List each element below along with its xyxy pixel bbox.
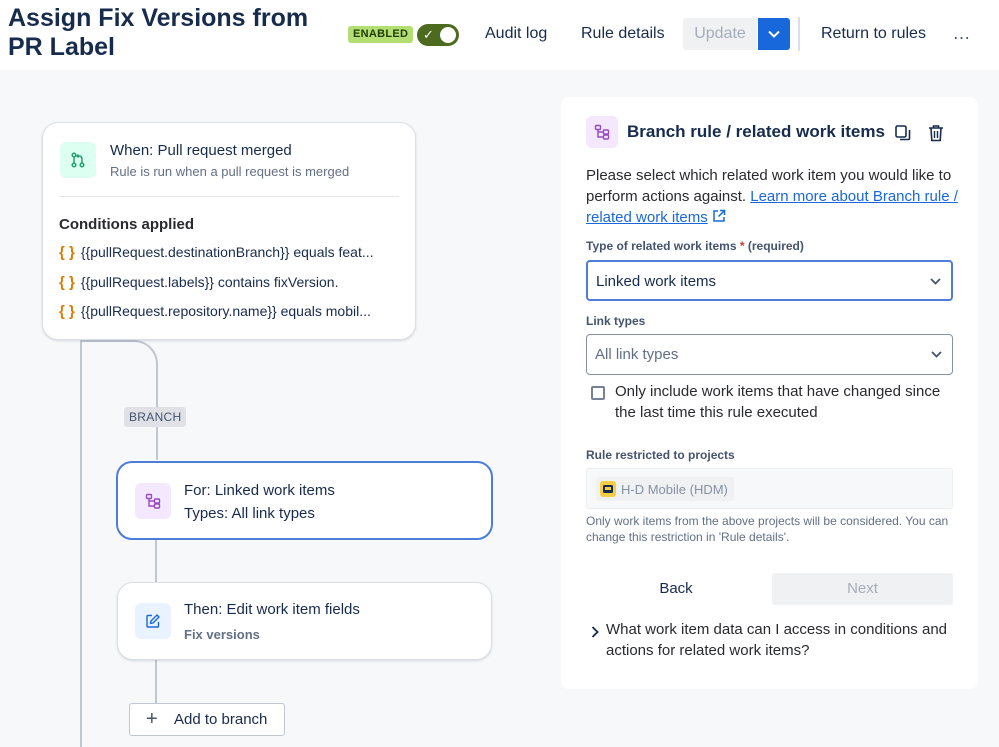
- more-icon: …: [952, 23, 972, 43]
- condition-item: { } {{pullRequest.repository.name}} equal…: [59, 303, 371, 320]
- conditions-heading: Conditions applied: [59, 216, 194, 233]
- changed-only-label: Only include work items that have change…: [615, 383, 941, 421]
- branch-connector: [80, 340, 158, 460]
- link-types-select[interactable]: All link types: [586, 334, 953, 375]
- trigger-subtitle: Rule is run when a pull request is merge…: [110, 164, 350, 179]
- rule-enabled-toggle[interactable]: ✓: [417, 24, 459, 46]
- check-icon: ✓: [423, 27, 434, 42]
- curly-braces-icon: { }: [59, 244, 75, 261]
- link-types-label: Link types: [586, 314, 646, 328]
- action-then-card[interactable]: Then: Edit work item fields Fix versions: [117, 582, 492, 660]
- branch-chip: BRANCH: [124, 407, 187, 427]
- header-divider: [798, 17, 800, 51]
- trigger-title: When: Pull request merged: [110, 142, 292, 159]
- next-button[interactable]: Next: [772, 573, 953, 605]
- toggle-knob: [440, 27, 456, 43]
- chevron-right-icon: [591, 625, 599, 641]
- curly-braces-icon: { }: [59, 303, 75, 320]
- update-dropdown-button[interactable]: [758, 18, 790, 50]
- trigger-card[interactable]: When: Pull request merged Rule is run wh…: [42, 122, 416, 340]
- flow-line-branch-1: [155, 540, 157, 582]
- audit-log-button[interactable]: Audit log: [477, 18, 555, 50]
- branch-rule-icon: [586, 116, 618, 148]
- then-card-subtitle: Fix versions: [184, 627, 260, 642]
- rule-details-button[interactable]: Rule details: [573, 18, 673, 50]
- return-to-rules-button[interactable]: Return to rules: [813, 18, 934, 50]
- rule-title: Assign Fix Versions from PR Label: [8, 4, 309, 61]
- header: Assign Fix Versions from PR Label ENABLE…: [0, 0, 999, 70]
- project-avatar-icon: [600, 481, 616, 497]
- chevron-down-icon: [931, 335, 942, 374]
- add-to-branch-button[interactable]: + Add to branch: [129, 703, 285, 736]
- trash-icon: [929, 125, 943, 142]
- chevron-down-icon: [768, 30, 780, 38]
- flow-line-branch-2: [155, 660, 157, 703]
- plus-icon: +: [146, 708, 158, 730]
- branch-rule-icon: [135, 483, 171, 519]
- branch-for-card[interactable]: For: Linked work items Types: All link t…: [116, 461, 493, 540]
- duplicate-button[interactable]: [892, 122, 914, 144]
- panel-title: Branch rule / related work items: [627, 122, 885, 141]
- more-options-button[interactable]: …: [945, 18, 979, 50]
- curly-braces-icon: { }: [59, 274, 75, 291]
- then-card-title: Then: Edit work item fields: [184, 601, 360, 618]
- for-card-title: For: Linked work items: [184, 482, 335, 499]
- delete-button[interactable]: [925, 122, 947, 144]
- config-panel: Branch rule / related work items Please …: [561, 97, 978, 689]
- back-button[interactable]: Back: [586, 573, 766, 605]
- enabled-badge: ENABLED: [348, 26, 414, 43]
- type-field-label: Type of related work items * (required): [586, 239, 804, 253]
- condition-item: { } {{pullRequest.labels}} contains fixVe…: [59, 274, 339, 291]
- condition-item: { } {{pullRequest.destinationBranch}} equ…: [59, 244, 374, 261]
- panel-description: Please select which related work item yo…: [586, 167, 958, 226]
- copy-icon: [895, 125, 911, 141]
- pull-request-icon: [60, 142, 96, 178]
- project-chip: H-D Mobile (HDM): [596, 477, 734, 501]
- for-card-subtitle: Types: All link types: [184, 505, 315, 522]
- type-select[interactable]: Linked work items: [586, 260, 953, 301]
- chevron-down-icon: [930, 262, 941, 301]
- changed-only-checkbox[interactable]: [591, 386, 605, 400]
- trigger-separator: [59, 196, 399, 197]
- restricted-projects-field: H-D Mobile (HDM): [586, 468, 953, 509]
- restricted-projects-label: Rule restricted to projects: [586, 448, 735, 462]
- restriction-help-text: Only work items from the above projects …: [586, 514, 949, 544]
- external-link-icon: [713, 209, 726, 222]
- update-button[interactable]: Update: [683, 18, 757, 50]
- edit-icon: [135, 603, 171, 639]
